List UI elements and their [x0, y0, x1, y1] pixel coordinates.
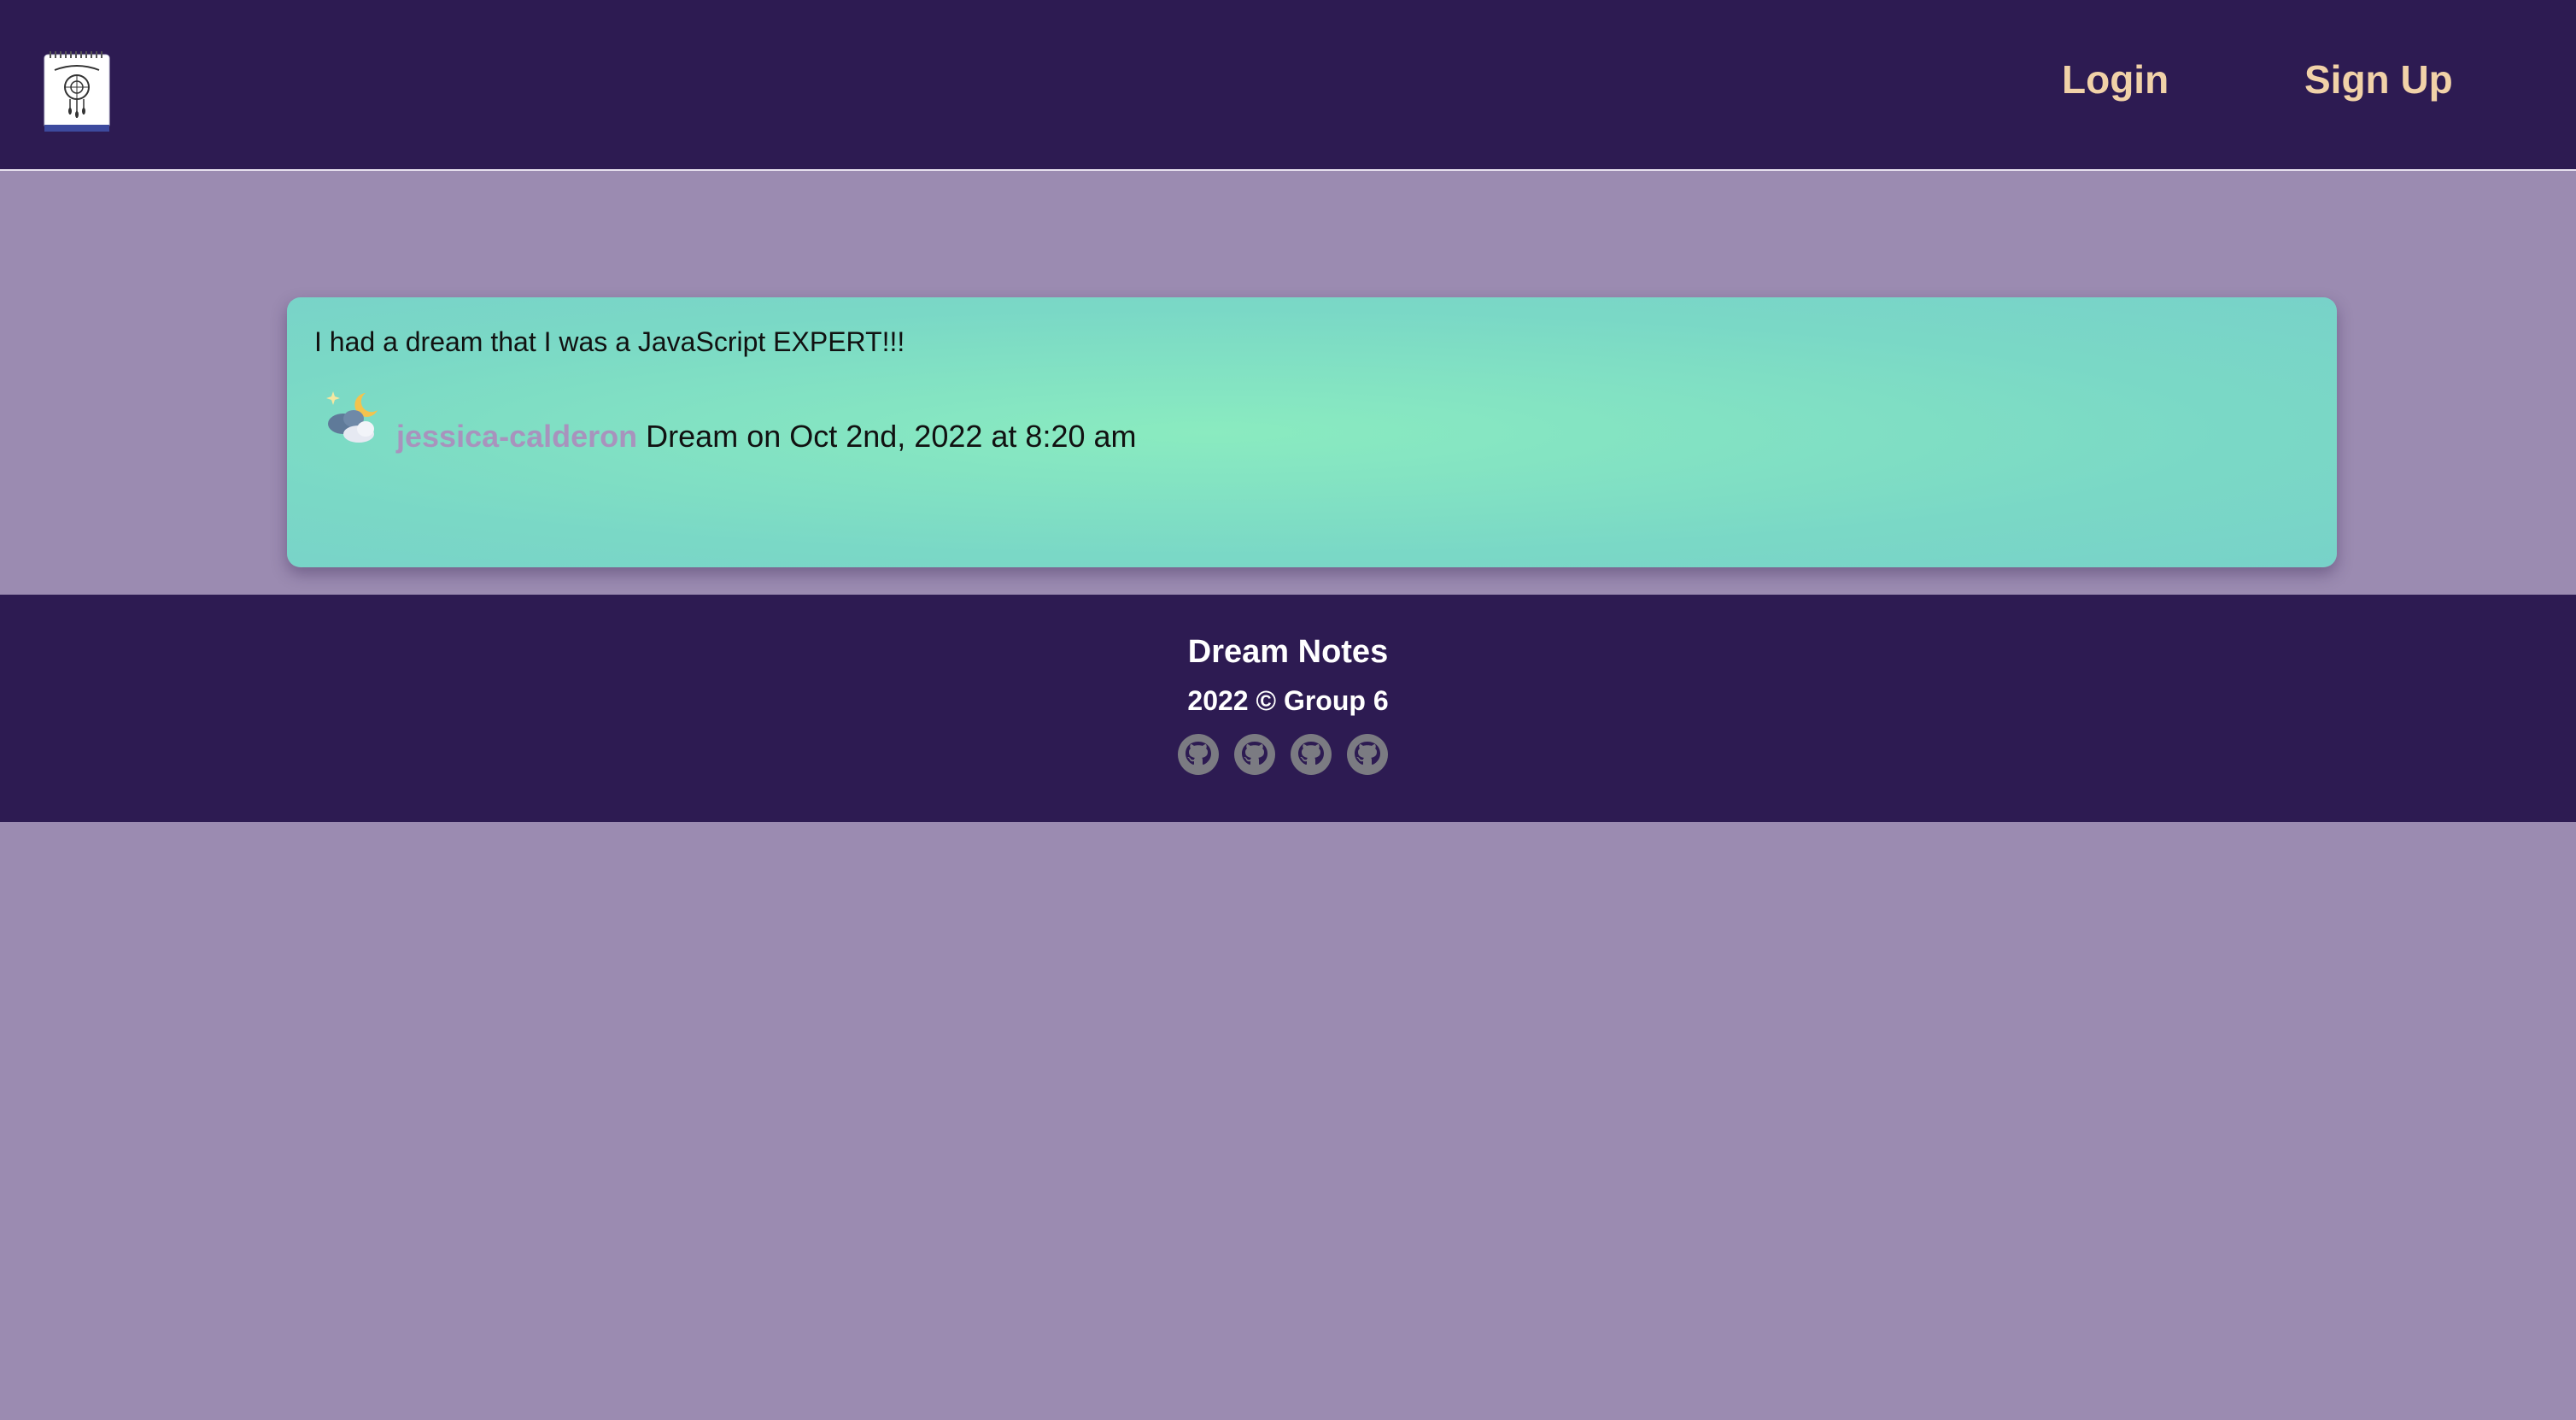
site-footer: Dream Notes 2022 © Group 6	[0, 595, 2576, 822]
dream-date: Dream on Oct 2nd, 2022 at 8:20 am	[646, 419, 1137, 454]
dream-meta: jessica-calderon Dream on Oct 2nd, 2022 …	[396, 419, 1137, 455]
github-icon[interactable]	[1233, 733, 1276, 776]
footer-copyright: 2022 © Group 6	[1187, 685, 1389, 716]
dream-text: I had a dream that I was a JavaScript EX…	[314, 326, 905, 357]
github-links	[1177, 733, 1399, 776]
dream-card: I had a dream that I was a JavaScript EX…	[287, 297, 2337, 567]
signup-link[interactable]: Sign Up	[2304, 56, 2453, 103]
dream-notes-logo-icon[interactable]	[43, 51, 111, 133]
night-cloud-moon-icon	[323, 390, 384, 451]
site-header: Login Sign Up	[0, 0, 2576, 171]
footer-title: Dream Notes	[1187, 634, 1389, 670]
github-icon[interactable]	[1177, 733, 1220, 776]
login-link[interactable]: Login	[2062, 56, 2169, 103]
username-link[interactable]: jessica-calderon	[396, 419, 637, 454]
github-icon[interactable]	[1290, 733, 1332, 776]
github-icon[interactable]	[1346, 733, 1389, 776]
